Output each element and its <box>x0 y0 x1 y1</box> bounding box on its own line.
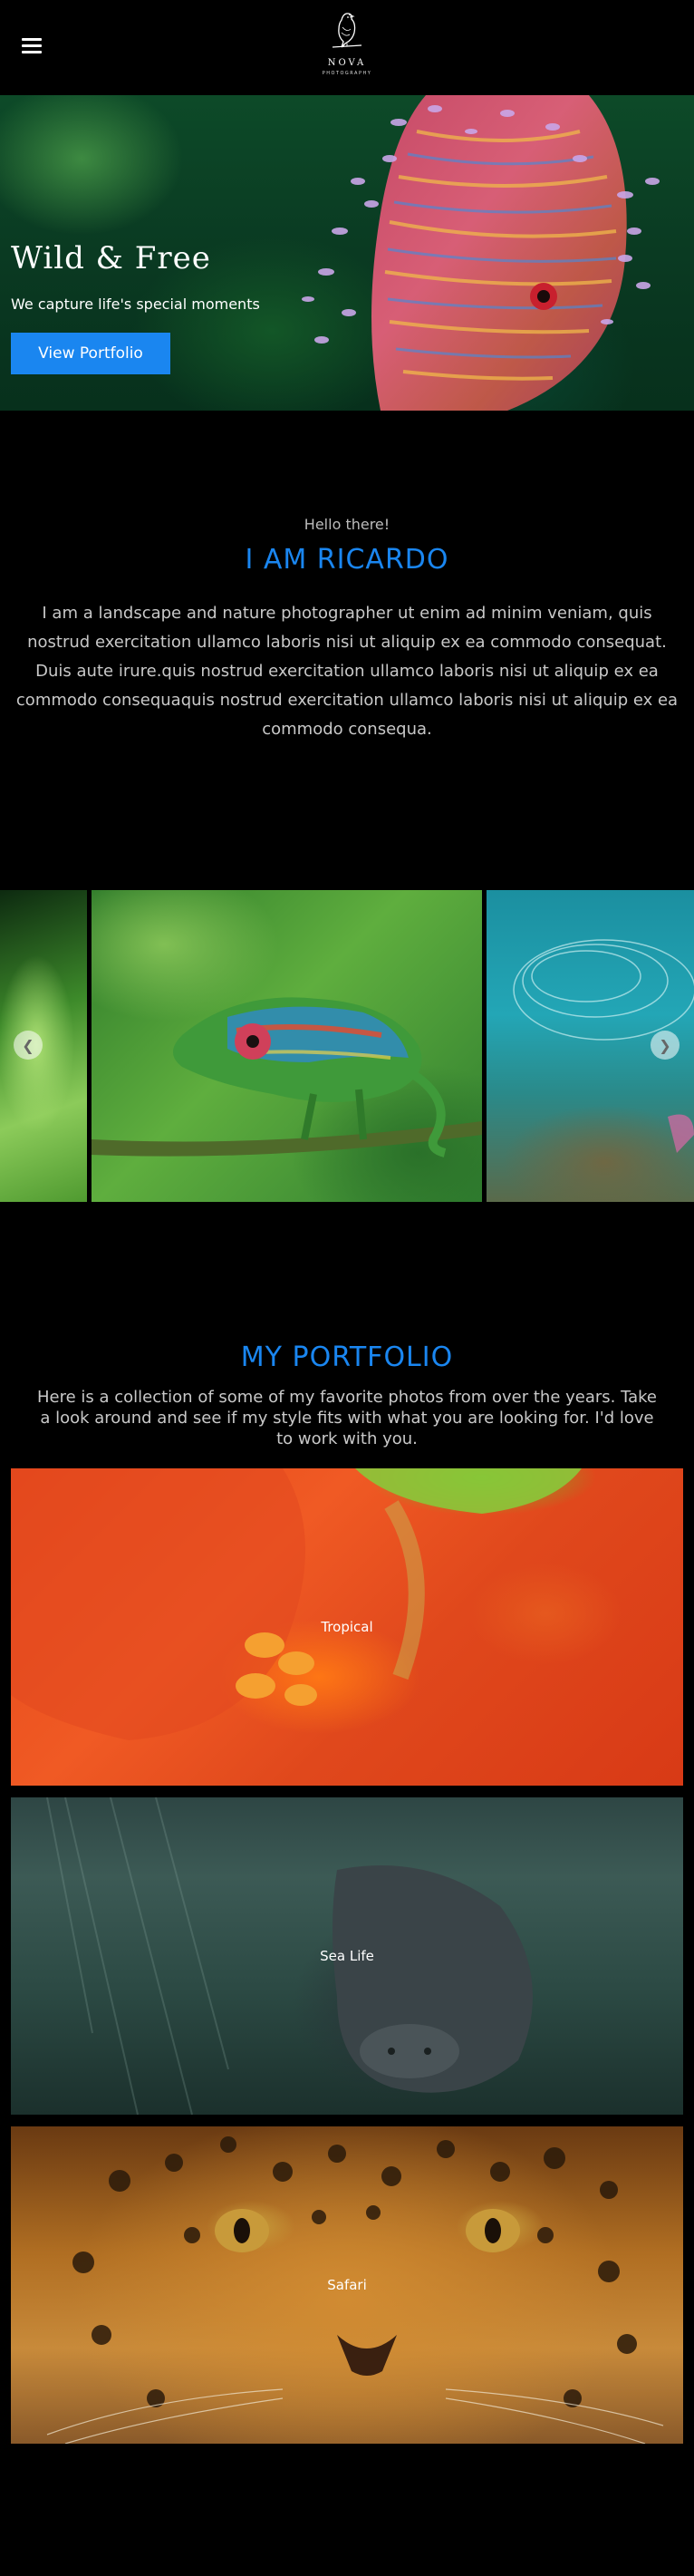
hamburger-menu-icon[interactable] <box>22 38 42 54</box>
chameleon-image <box>92 997 482 1157</box>
logo-name: NOVA <box>327 58 367 68</box>
portfolio-card-sea-life[interactable]: Sea Life <box>11 1797 683 2115</box>
bird-logo-icon <box>332 13 362 48</box>
view-portfolio-button[interactable]: View Portfolio <box>11 333 170 374</box>
portfolio-card-tropical[interactable]: Tropical <box>11 1468 683 1786</box>
hero-title: Wild & Free <box>11 240 211 276</box>
logo-subtitle: PHOTOGRAPHY <box>322 71 372 76</box>
portfolio-card-safari[interactable]: Safari <box>11 2126 683 2444</box>
portfolio-card-label: Sea Life <box>320 1948 374 1964</box>
about-title: I AM RICARDO <box>245 544 449 576</box>
about-text: I am a landscape and nature photographer… <box>15 604 679 739</box>
portfolio-text: Here is a collection of some of my favor… <box>36 1388 658 1448</box>
carousel-slide-chameleon <box>92 890 482 1202</box>
hero-subtitle: We capture life's special moments <box>11 295 260 313</box>
photo-carousel[interactable]: ❮ ❯ <box>0 890 694 1202</box>
site-header: NOVA PHOTOGRAPHY <box>0 0 694 95</box>
about-greeting: Hello there! <box>304 516 390 533</box>
chevron-right-icon[interactable]: ❯ <box>651 1031 680 1060</box>
portfolio-card-label: Tropical <box>321 1619 373 1635</box>
hero-banner: Wild & Free We capture life's special mo… <box>0 95 694 411</box>
chevron-left-icon[interactable]: ❮ <box>14 1031 43 1060</box>
portfolio-title: MY PORTFOLIO <box>240 1341 454 1373</box>
site-logo[interactable]: NOVA PHOTOGRAPHY <box>311 9 383 86</box>
portfolio-card-label: Safari <box>327 2277 367 2293</box>
